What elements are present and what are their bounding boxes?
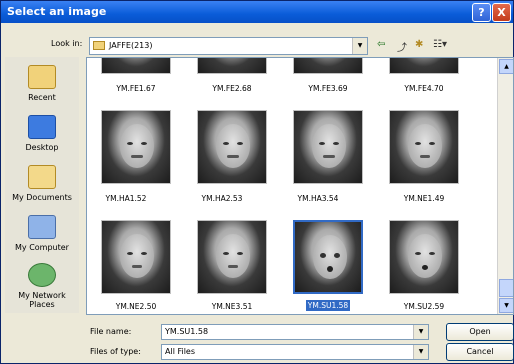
thumbnail-selected[interactable] — [293, 220, 363, 294]
place-label: My Documents — [12, 193, 72, 202]
desktop-icon — [28, 115, 56, 139]
new-folder-icon[interactable]: ✱ — [415, 39, 423, 50]
chevron-down-icon[interactable]: ▼ — [413, 325, 428, 339]
thumbnail[interactable] — [389, 110, 459, 184]
cancel-button[interactable]: Cancel — [446, 343, 514, 361]
thumbnail[interactable] — [293, 110, 363, 184]
thumbnail[interactable] — [101, 110, 171, 184]
look-in-dropdown[interactable]: JAFFE(213) ▼ — [89, 37, 368, 55]
dialog-title: Select an image — [7, 5, 107, 18]
files-of-type-value: All Files — [165, 347, 196, 356]
views-menu-icon[interactable]: ☷▾ — [433, 39, 447, 50]
file-caption[interactable]: YM.HA2.53 — [177, 194, 267, 203]
file-name-value[interactable]: YM.SU1.58 — [165, 327, 208, 336]
file-name-field[interactable]: YM.SU1.58 ▼ — [161, 324, 429, 340]
file-caption[interactable]: YM.FE2.68 — [187, 84, 277, 93]
file-caption[interactable]: YM.FE3.69 — [283, 84, 373, 93]
place-label: My Network Places — [18, 291, 66, 309]
title-bar[interactable]: Select an image ? X — [1, 1, 513, 23]
file-caption[interactable]: YM.NE1.49 — [379, 194, 469, 203]
thumbnail[interactable] — [197, 220, 267, 294]
thumbnail[interactable] — [389, 220, 459, 294]
file-caption[interactable]: YM.HA1.52 — [87, 194, 171, 203]
thumbnail[interactable] — [389, 58, 459, 74]
scroll-thumb[interactable] — [499, 279, 513, 297]
look-in-value: JAFFE(213) — [109, 41, 153, 50]
my-documents-icon — [28, 165, 56, 189]
place-desktop[interactable]: Desktop — [5, 115, 79, 152]
chevron-down-icon[interactable]: ▼ — [352, 38, 367, 54]
file-caption[interactable]: YM.HA3.54 — [273, 194, 363, 203]
places-bar: Recent Desktop My Documents My Computer … — [5, 57, 79, 313]
dialog-window: Select an image ? X Look in: JAFFE(213) … — [0, 0, 514, 364]
thumbnail[interactable] — [197, 110, 267, 184]
place-label: Desktop — [25, 143, 59, 152]
close-button[interactable]: X — [492, 3, 511, 22]
my-computer-icon — [28, 215, 56, 239]
thumbnail[interactable] — [101, 220, 171, 294]
place-network[interactable]: My Network Places — [5, 263, 79, 309]
thumbnail[interactable] — [293, 58, 363, 74]
thumbnail[interactable] — [101, 58, 171, 74]
back-icon[interactable]: ⇦ — [377, 39, 385, 50]
scroll-up-icon[interactable]: ▲ — [499, 59, 513, 74]
up-folder-icon[interactable]: ⤴ — [397, 39, 407, 54]
selected-file-label[interactable]: YM.SU1.58 — [305, 300, 351, 311]
files-of-type-dropdown[interactable]: All Files ▼ — [161, 344, 429, 360]
chevron-down-icon[interactable]: ▼ — [413, 345, 428, 359]
network-places-icon — [28, 263, 56, 287]
help-button[interactable]: ? — [472, 3, 491, 22]
file-caption[interactable]: YM.FE4.70 — [379, 84, 469, 93]
recent-folder-icon — [28, 65, 56, 89]
look-in-label: Look in: — [51, 39, 83, 48]
open-button[interactable]: Open — [446, 323, 514, 341]
file-caption[interactable]: YM.SU2.59 — [379, 302, 469, 311]
place-my-documents[interactable]: My Documents — [5, 165, 79, 202]
thumbnail[interactable] — [197, 58, 267, 74]
files-of-type-label: Files of type: — [90, 347, 141, 356]
file-list[interactable]: YM.FE1.67 YM.FE2.68 YM.FE3.69 YM.FE4.70 … — [86, 57, 514, 315]
file-name-label: File name: — [90, 327, 132, 336]
place-my-computer[interactable]: My Computer — [5, 215, 79, 252]
file-caption[interactable]: YM.FE1.67 — [91, 84, 181, 93]
folder-icon — [93, 41, 105, 50]
place-label: My Computer — [15, 243, 69, 252]
file-caption[interactable]: YM.NE3.51 — [187, 302, 277, 311]
file-caption-selected[interactable]: YM.SU1.58 — [283, 300, 373, 311]
place-label: Recent — [28, 93, 56, 102]
file-caption[interactable]: YM.NE2.50 — [91, 302, 181, 311]
place-recent[interactable]: Recent — [5, 65, 79, 102]
scroll-down-icon[interactable]: ▼ — [499, 298, 513, 313]
vertical-scrollbar[interactable]: ▲ ▼ — [497, 58, 513, 314]
